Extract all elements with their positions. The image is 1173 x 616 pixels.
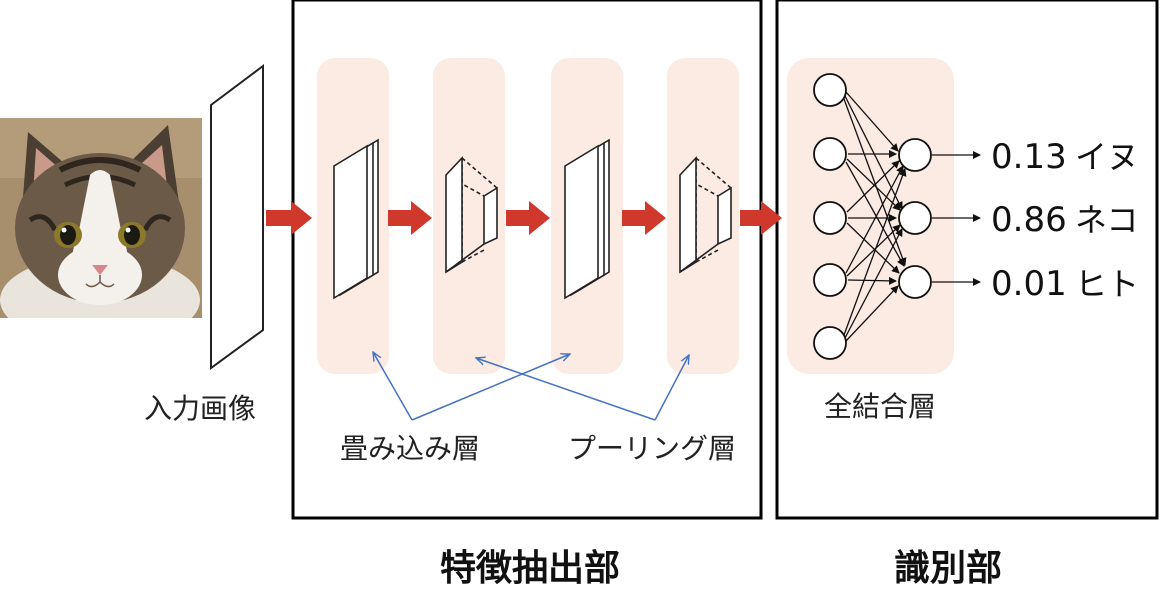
cnn-diagram: 0.13 イヌ 0.86 ネコ 0.01 ヒト 入力画像 畳み込み層 プーリング…: [0, 0, 1173, 616]
fc-input-node: [813, 326, 847, 360]
conv-feature-maps-2: [564, 138, 610, 300]
fc-input-node: [813, 73, 847, 107]
cat-photo-icon: [0, 118, 202, 318]
fc-output-node: [898, 201, 932, 235]
flow-arrow-1: [266, 201, 312, 235]
output-label-human: ヒト: [1075, 265, 1139, 303]
conv-feature-maps-1: [333, 138, 379, 300]
diagram-canvas: 0.13 イヌ 0.86 ネコ 0.01 ヒト 入力画像 畳み込み層 プーリング…: [0, 0, 1159, 589]
fc-input-node: [813, 263, 847, 297]
input-plane: [210, 64, 264, 370]
input-image-label: 入力画像: [144, 392, 256, 425]
fc-input-node: [813, 201, 847, 235]
fc-output-node: [898, 265, 932, 299]
output-score-dog: 0.13: [991, 137, 1067, 177]
output-label-cat: ネコ: [1075, 201, 1138, 239]
fc-layer-label: 全結合層: [824, 390, 936, 423]
classification-title: 識別部: [894, 548, 1002, 589]
flow-arrow-4: [622, 201, 666, 235]
conv-layer-label: 畳み込み層: [340, 432, 480, 465]
fc-output-node: [898, 138, 932, 172]
output-score-cat: 0.86: [991, 200, 1067, 240]
flow-arrow-2: [388, 201, 432, 235]
pooling-layer-label: プーリング層: [568, 432, 736, 465]
feature-extraction-title: 特徴抽出部: [440, 548, 620, 589]
output-label-dog: イヌ: [1075, 138, 1139, 176]
flow-arrow-3: [506, 201, 550, 235]
fc-input-node: [813, 137, 847, 171]
pointer-lines: [373, 352, 689, 421]
output-score-human: 0.01: [991, 264, 1067, 304]
